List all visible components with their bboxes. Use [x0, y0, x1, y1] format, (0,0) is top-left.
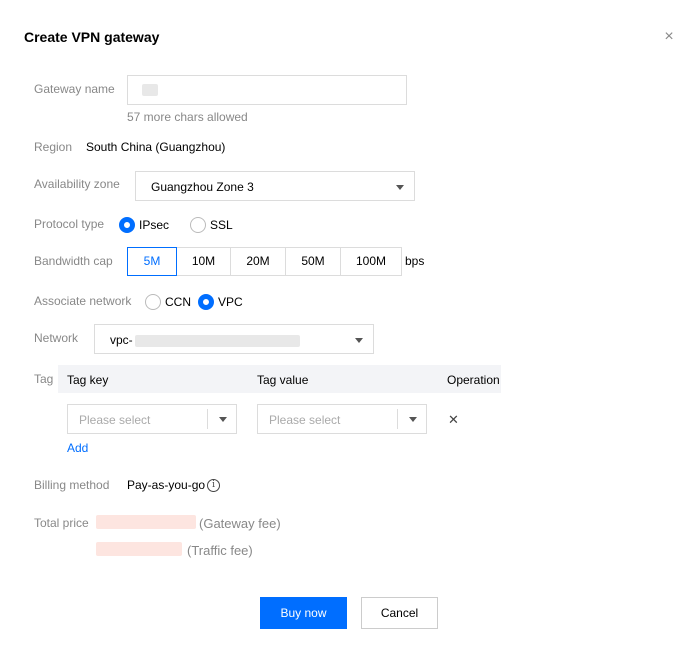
bandwidth-unit: bps	[405, 254, 425, 268]
info-icon[interactable]: i	[207, 479, 221, 493]
tag-key-column: Tag key	[67, 373, 109, 387]
cancel-button[interactable]: Cancel	[361, 597, 438, 629]
select-divider	[397, 409, 398, 429]
tag-key-select[interactable]: Please select	[67, 404, 237, 434]
add-tag-link[interactable]: Add	[67, 441, 88, 455]
billing-method-value-wrap: Pay-as-you-go i	[127, 478, 221, 493]
bandwidth-option-50m[interactable]: 50M	[286, 247, 341, 276]
tag-operation-column: Operation	[447, 373, 500, 387]
gateway-fee-label: (Gateway fee)	[199, 516, 281, 531]
network-label: Network	[34, 331, 79, 345]
total-price-label: Total price	[34, 516, 89, 530]
gateway-name-label: Gateway name	[34, 82, 115, 96]
billing-method-label: Billing method	[34, 478, 110, 492]
network-value-redacted	[135, 335, 300, 347]
associate-network-label: Associate network	[34, 294, 132, 308]
network-value-prefix: vpc-	[110, 333, 133, 347]
tag-key-placeholder: Please select	[79, 413, 151, 427]
availability-zone-select[interactable]: Guangzhou Zone 3	[135, 171, 415, 201]
protocol-type-label: Protocol type	[34, 217, 105, 231]
availability-zone-value: Guangzhou Zone 3	[151, 180, 254, 194]
traffic-fee-amount-redacted	[96, 542, 182, 556]
tag-value-column: Tag value	[257, 373, 309, 387]
radio-selected-icon	[119, 217, 135, 233]
tag-label: Tag	[34, 372, 54, 386]
network-select[interactable]: vpc-	[94, 324, 374, 354]
radio-unselected-icon	[145, 294, 161, 310]
bandwidth-option-5m[interactable]: 5M	[127, 247, 177, 276]
traffic-fee-label: (Traffic fee)	[187, 543, 253, 558]
region-value: South China (Guangzhou)	[86, 140, 226, 154]
bandwidth-button-group: 5M 10M 20M 50M 100M	[127, 247, 402, 276]
protocol-option-ipsec[interactable]: IPsec	[119, 217, 169, 233]
associate-option-vpc[interactable]: VPC	[198, 294, 243, 310]
protocol-option-ssl[interactable]: SSL	[190, 217, 233, 233]
gateway-name-input[interactable]	[127, 75, 407, 105]
radio-selected-icon	[198, 294, 214, 310]
chevron-down-icon	[396, 185, 404, 190]
associate-option-ccn[interactable]: CCN	[145, 294, 191, 310]
bandwidth-option-10m[interactable]: 10M	[177, 247, 231, 276]
gateway-name-hint: 57 more chars allowed	[127, 110, 248, 124]
radio-unselected-icon	[190, 217, 206, 233]
chevron-down-icon	[409, 417, 417, 422]
tag-table-header: Tag key Tag value Operation	[58, 365, 501, 393]
gateway-name-value-redacted	[142, 84, 158, 96]
delete-tag-icon[interactable]: ✕	[448, 412, 459, 428]
buy-now-button[interactable]: Buy now	[260, 597, 347, 629]
billing-method-value: Pay-as-you-go	[127, 478, 206, 492]
chevron-down-icon	[355, 338, 363, 343]
select-divider	[207, 409, 208, 429]
bandwidth-option-100m[interactable]: 100M	[341, 247, 402, 276]
bandwidth-cap-label: Bandwidth cap	[34, 254, 113, 268]
region-label: Region	[34, 140, 73, 154]
chevron-down-icon	[219, 417, 227, 422]
availability-zone-label: Availability zone	[34, 177, 120, 191]
dialog-title: Create VPN gateway	[24, 29, 160, 45]
tag-value-select[interactable]: Please select	[257, 404, 427, 434]
tag-value-placeholder: Please select	[269, 413, 341, 427]
bandwidth-option-20m[interactable]: 20M	[231, 247, 286, 276]
gateway-fee-amount-redacted	[96, 515, 196, 529]
close-icon[interactable]: ×	[660, 28, 678, 46]
